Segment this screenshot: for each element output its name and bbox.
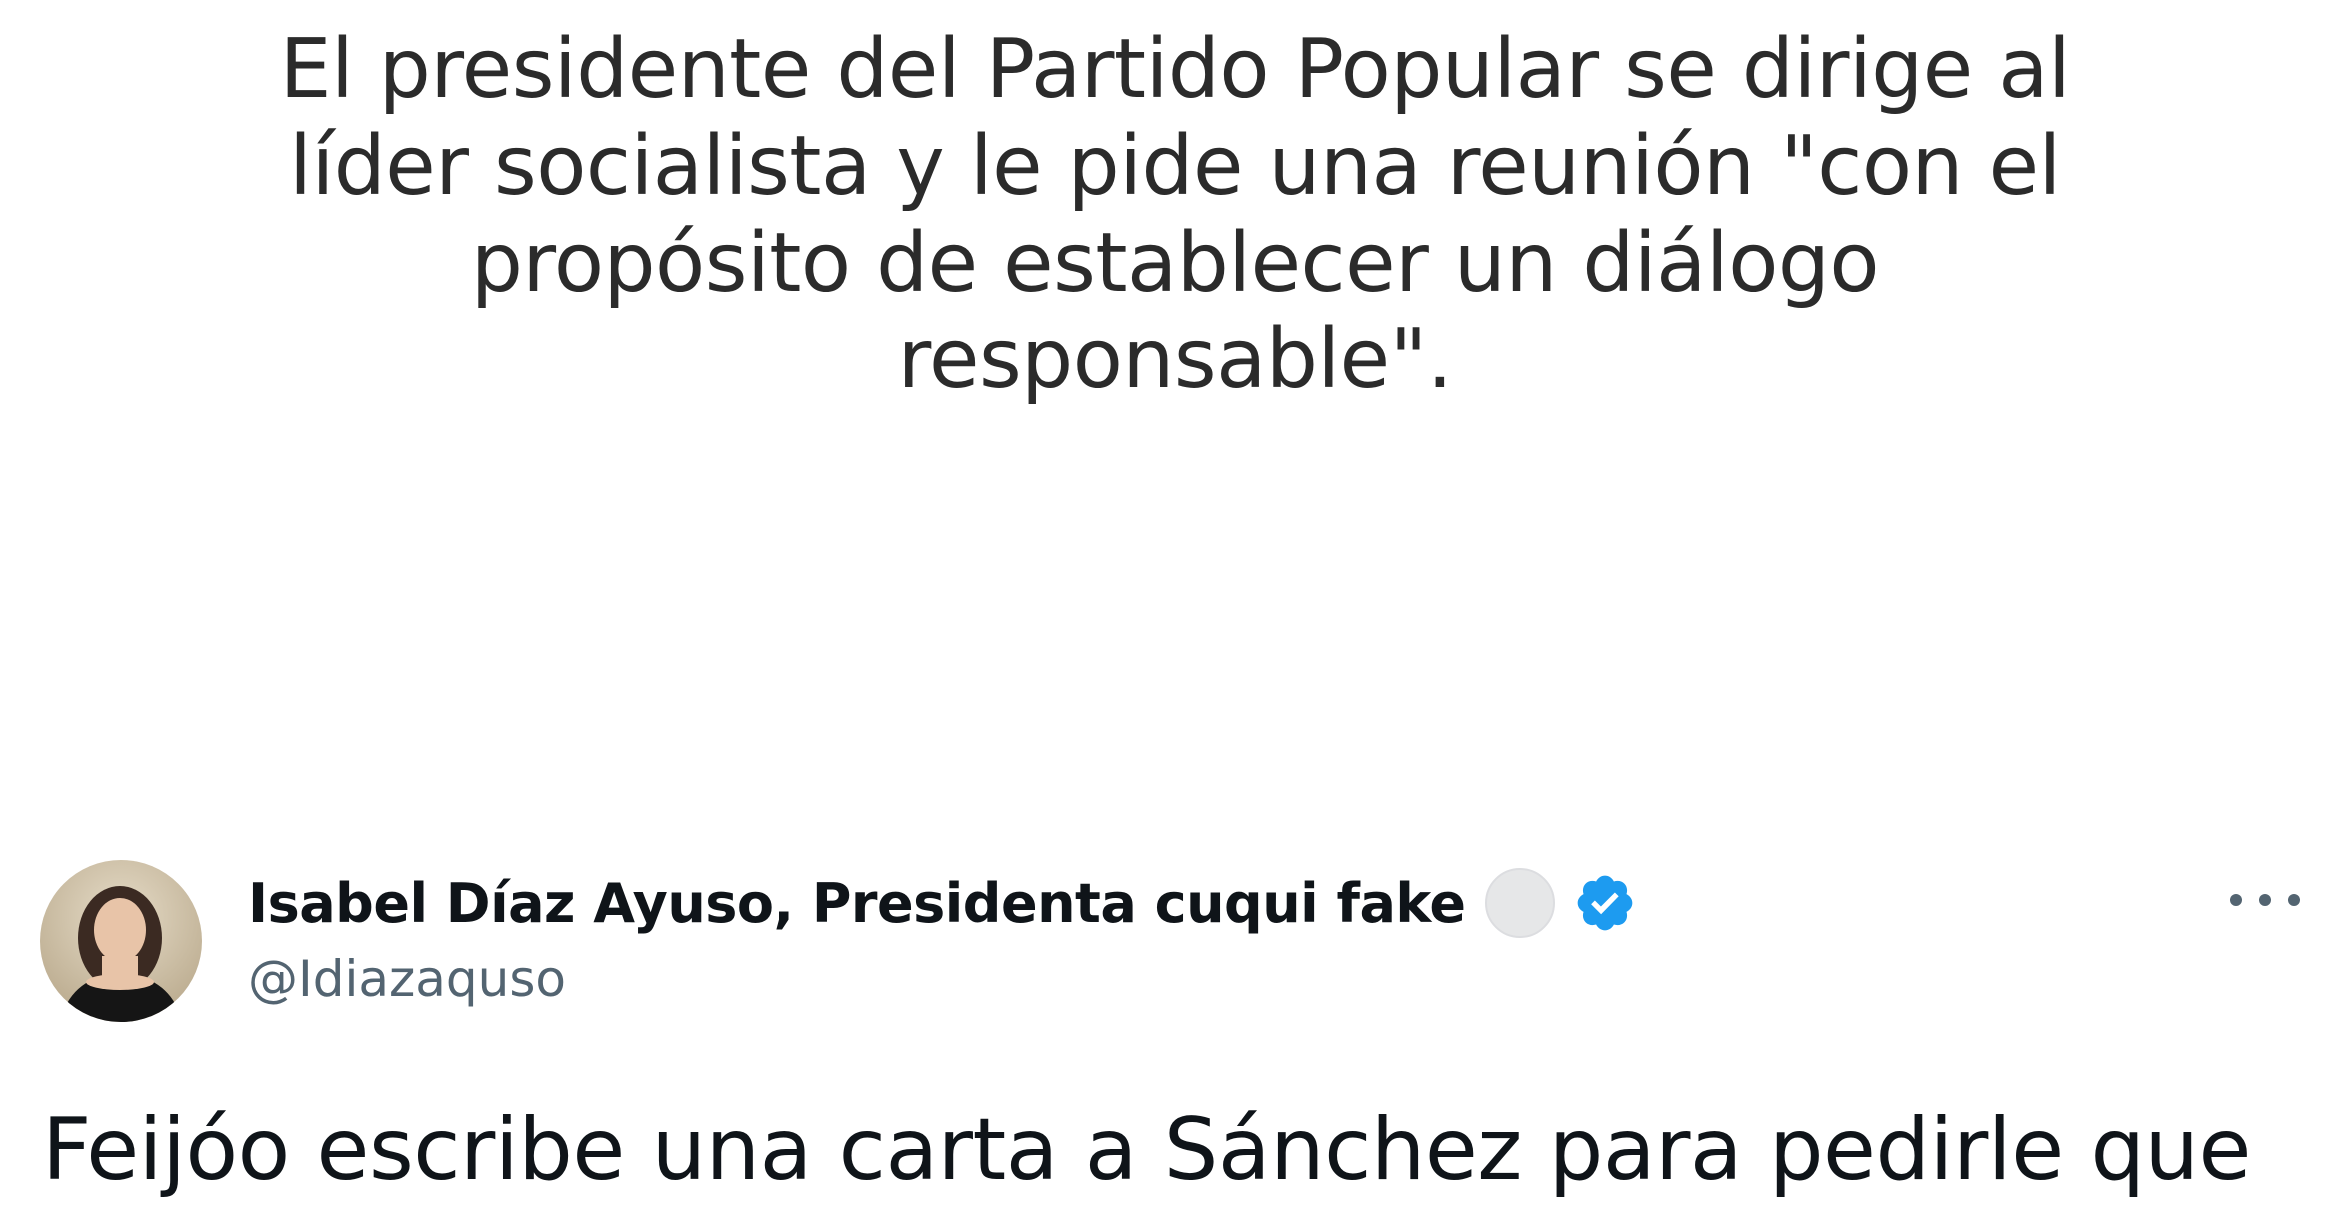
more-dot bbox=[2230, 894, 2242, 906]
summary-line-3: propósito de establecer un diálogo bbox=[470, 216, 1880, 311]
affiliation-badge-icon bbox=[1485, 868, 1556, 938]
more-dot bbox=[2259, 894, 2271, 906]
name-row: Isabel Díaz Ayuso, Presidenta cuqui fake bbox=[248, 868, 1637, 938]
verified-badge-icon bbox=[1578, 875, 1633, 931]
more-horizontal-icon[interactable] bbox=[2230, 880, 2300, 920]
summary-line-1: El presidente del Partido Popular se dir… bbox=[279, 22, 2071, 117]
user-handle[interactable]: @Idiazaquso bbox=[248, 950, 566, 1008]
display-name[interactable]: Isabel Díaz Ayuso, Presidenta cuqui fake bbox=[248, 872, 1466, 935]
summary-line-4: responsable". bbox=[897, 312, 1453, 407]
avatar[interactable] bbox=[40, 860, 202, 1022]
more-dot bbox=[2288, 894, 2300, 906]
summary-line-2: líder socialista y le pide una reunión "… bbox=[289, 119, 2061, 214]
tweet-text-line-1: Feijóo escribe una carta a Sánchez para … bbox=[42, 1100, 2251, 1200]
tweet-card[interactable]: Isabel Díaz Ayuso, Presidenta cuqui fake… bbox=[0, 840, 2350, 1230]
